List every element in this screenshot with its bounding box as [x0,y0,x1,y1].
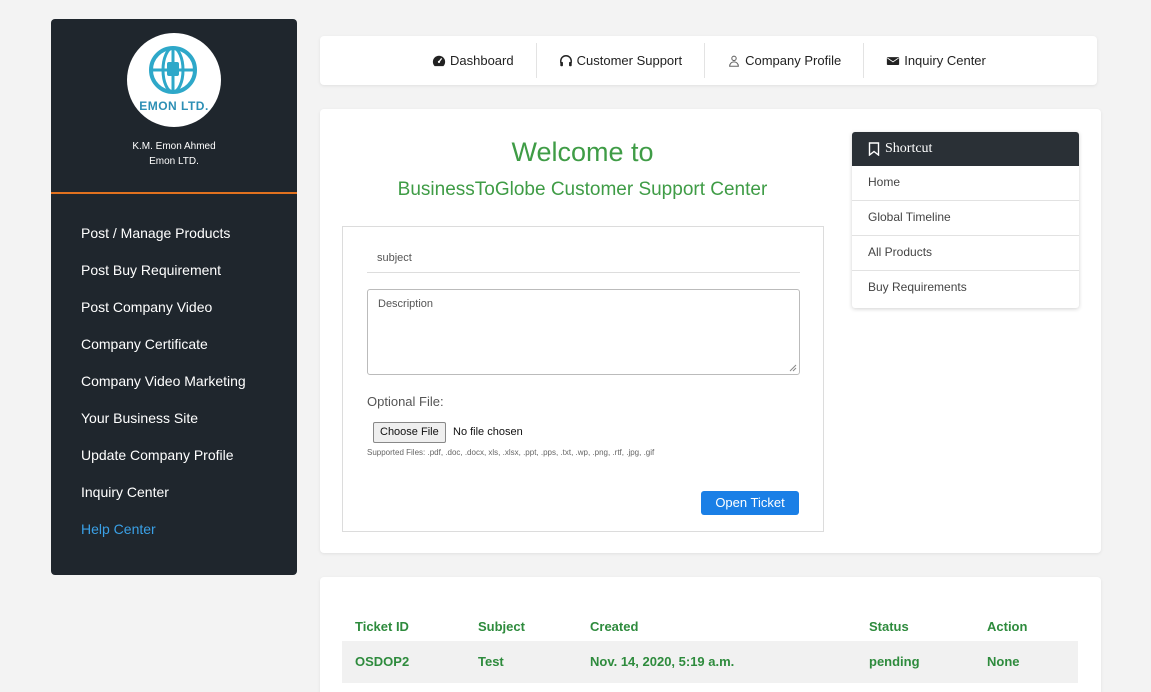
choose-file-button[interactable]: Choose File [373,422,446,443]
shortcut-item-buy-requirements[interactable]: Buy Requirements [852,271,1079,306]
sidebar-item-post-company-video[interactable]: Post Company Video [81,299,246,336]
nav-inquiry-center-label: Inquiry Center [904,53,986,68]
nav-company-profile[interactable]: Company Profile [705,43,865,78]
top-nav: Dashboard Customer Support Company Profi… [320,36,1097,85]
ticket-table: Ticket ID Subject Created Status Action … [320,577,1101,692]
support-card: Welcome to BusinessToGlobe Customer Supp… [320,109,1101,553]
sidebar-item-your-business-site[interactable]: Your Business Site [81,410,246,447]
sidebar-item-post-manage-products[interactable]: Post / Manage Products [81,225,246,262]
ticket-form: subject Description Optional File: Choos… [342,226,824,532]
welcome-subtitle: BusinessToGlobe Customer Support Center [397,179,768,200]
shortcut-title: Shortcut [885,141,933,156]
user-icon [729,55,740,67]
headphones-icon [559,54,572,66]
no-file-text: No file chosen [453,426,523,438]
nav-dashboard[interactable]: Dashboard [410,43,537,78]
sidebar-item-company-certificate[interactable]: Company Certificate [81,336,246,373]
shortcut-item-all-products[interactable]: All Products [852,236,1079,271]
header-status: Status [869,619,909,634]
logo-text: EMON LTD. [139,99,209,113]
company-logo[interactable]: EMON LTD. [127,33,221,127]
sidebar-item-help-center[interactable]: Help Center [81,521,246,558]
sidebar-item-post-buy-requirement[interactable]: Post Buy Requirement [81,262,246,299]
nav-customer-support-label: Customer Support [576,53,683,68]
sidebar-item-company-video-marketing[interactable]: Company Video Marketing [81,373,246,410]
optional-file-label: Optional File: [367,394,444,409]
table-header: Ticket ID Subject Created Status Action [342,613,1078,641]
header-action: Action [987,619,1028,634]
globe-icon [149,46,197,94]
welcome-title: Welcome to [511,137,654,167]
shortcut-item-home[interactable]: Home [852,166,1079,201]
header-ticket-id: Ticket ID [355,619,409,634]
sidebar-divider [51,192,297,194]
envelope-icon [887,56,900,65]
description-placeholder: Description [378,298,434,310]
nav-dashboard-label: Dashboard [450,53,514,68]
subject-input[interactable]: subject [367,245,800,273]
bookmark-icon [868,142,880,156]
header-subject: Subject [478,619,525,634]
owner-name: K.M. Emon Ahmed [132,141,216,152]
shortcut-header: Shortcut [852,132,1079,166]
nav-company-profile-label: Company Profile [745,53,842,68]
ticket-subject: Test [478,654,504,669]
ticket-action[interactable]: None [987,641,1020,683]
sidebar-item-update-company-profile[interactable]: Update Company Profile [81,447,246,484]
description-textarea[interactable]: Description [367,289,800,375]
dashboard-icon [432,55,446,66]
resize-handle-icon[interactable] [789,364,797,372]
nav-inquiry-center[interactable]: Inquiry Center [864,43,1008,78]
header-created: Created [590,619,639,634]
shortcut-item-global-timeline[interactable]: Global Timeline [852,201,1079,236]
supported-files-text: Supported Files: .pdf, .doc, .docx, xls,… [367,448,655,457]
nav-customer-support[interactable]: Customer Support [537,43,706,78]
ticket-status: pending [869,654,920,669]
sidebar-menu: Post / Manage Products Post Buy Requirem… [81,225,246,558]
ticket-created: Nov. 14, 2020, 5:19 a.m. [590,654,735,669]
owner-info: K.M. Emon Ahmed Emon LTD. [51,139,297,169]
shortcut-list: Home Global Timeline All Products Buy Re… [852,166,1079,306]
ticket-id[interactable]: OSDOP2 [355,641,409,683]
open-ticket-button[interactable]: Open Ticket [701,491,799,515]
sidebar: EMON LTD. K.M. Emon Ahmed Emon LTD. Post… [51,19,297,575]
table-row[interactable]: OSDOP2 Test Nov. 14, 2020, 5:19 a.m. pen… [342,641,1078,683]
sidebar-item-inquiry-center[interactable]: Inquiry Center [81,484,246,521]
company-name: Emon LTD. [149,156,199,167]
shortcut-panel: Shortcut Home Global Timeline All Produc… [852,132,1079,308]
